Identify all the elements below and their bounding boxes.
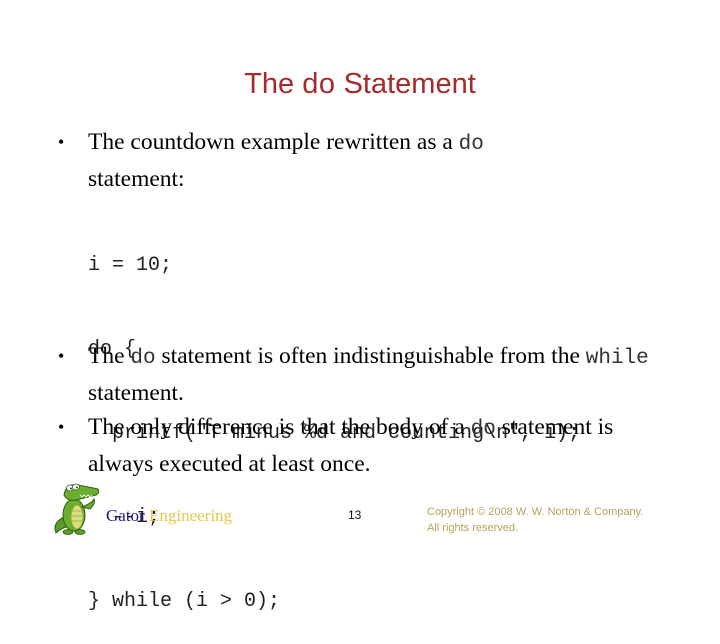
code-line: i = 10;: [88, 254, 173, 277]
bullet-text-part: statement is often indistinguishable fro…: [155, 343, 586, 369]
copyright-line: All rights reserved.: [427, 522, 519, 534]
bullet-indistinguishable: • The do statement is often indistinguis…: [58, 339, 678, 411]
page-number: 13: [348, 508, 362, 522]
bullet-text-part: statement:: [88, 166, 185, 192]
bullet-text: The only difference is that the body of …: [58, 410, 678, 482]
footer-brand: Gator Engineering: [106, 506, 232, 526]
bullet-marker: •: [58, 132, 65, 152]
code-line: } while (i > 0);: [88, 590, 281, 613]
title-prefix: The: [244, 68, 303, 100]
slide-title: The do Statement: [0, 64, 720, 104]
title-keyword: do: [302, 68, 336, 100]
bullet-marker: •: [58, 346, 65, 366]
bullet-text-part: The only difference is that the body of …: [88, 414, 471, 440]
brand-gator: Gator: [106, 506, 145, 525]
inline-code: do: [458, 133, 484, 156]
copyright-line: Copyright © 2008 W. W. Norton & Company.: [427, 506, 644, 518]
bullet-text-part: The countdown example rewritten as a: [88, 129, 459, 155]
title-suffix: Statement: [335, 68, 476, 100]
inline-code: while: [585, 347, 649, 370]
gator-mascot-icon: [50, 473, 102, 537]
bullet-marker: •: [58, 417, 65, 437]
bullet-text: The do statement is often indistinguisha…: [58, 339, 678, 411]
bullet-text: The countdown example rewritten as a do …: [58, 125, 678, 197]
inline-code: do: [470, 418, 496, 441]
bullet-countdown: • The countdown example rewritten as a d…: [58, 125, 678, 197]
inline-code: do: [130, 347, 156, 370]
bullet-difference: • The only difference is that the body o…: [58, 410, 678, 482]
copyright-notice: Copyright © 2008 W. W. Norton & Company.…: [427, 504, 643, 536]
bullet-text-part: statement.: [88, 380, 184, 406]
brand-engineering: Engineering: [148, 506, 233, 525]
bullet-text-part: The: [88, 343, 131, 369]
